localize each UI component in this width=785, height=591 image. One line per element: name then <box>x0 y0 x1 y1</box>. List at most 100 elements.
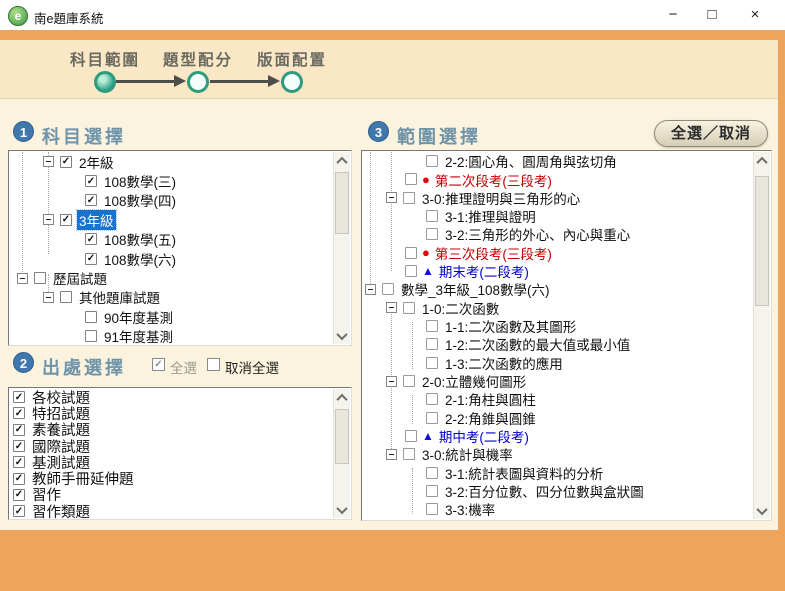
tree-item-label[interactable]: 3-1:統計表圖與資料的分析 <box>443 463 605 483</box>
tree-item[interactable]: ✓108數學(三) <box>9 171 333 190</box>
tree-item[interactable]: 91年度基測 <box>9 327 333 346</box>
checkbox[interactable] <box>426 155 438 167</box>
tree-item-label[interactable]: 3-2:三角形的外心、內心與重心 <box>443 224 632 244</box>
checkbox[interactable] <box>426 357 438 369</box>
tree-item-label[interactable]: 1-3:二次函數的應用 <box>443 353 565 373</box>
checkbox[interactable]: ✓ <box>85 194 97 206</box>
expand-collapse-icon[interactable] <box>386 449 397 460</box>
tree-item-label[interactable]: 91年度基測 <box>102 326 175 346</box>
expand-collapse-icon[interactable] <box>386 376 397 387</box>
tree-item-label[interactable]: 3-3:機率 <box>443 499 497 519</box>
checkbox[interactable] <box>60 291 72 303</box>
checkbox[interactable]: ✓ <box>13 489 25 501</box>
close-button[interactable]: × <box>740 2 770 28</box>
tree-item-label[interactable]: 數學_3年級_108數學(六) <box>399 279 552 299</box>
tree-item[interactable]: 3-0:統計與機率 <box>362 445 753 463</box>
source-list-item[interactable]: ✓習作類題 <box>9 503 333 519</box>
checkbox[interactable] <box>403 302 415 314</box>
tree-item-label[interactable]: 108數學(四) <box>102 190 178 210</box>
tree-item[interactable]: ▲期中考(二段考) <box>362 427 753 445</box>
scroll-up-icon[interactable] <box>334 389 350 406</box>
tree-item[interactable]: 3-2:三角形的外心、內心與重心 <box>362 225 753 243</box>
checkbox[interactable] <box>403 448 415 460</box>
checkbox[interactable]: ✓ <box>60 156 72 168</box>
tree-item-label[interactable]: 期末考(二段考) <box>437 261 531 281</box>
checkbox[interactable]: ✓ <box>13 456 25 468</box>
tree-item-label[interactable]: 1-0:二次函數 <box>420 298 501 318</box>
tree-item[interactable]: ●第三次段考(三段考) <box>362 244 753 262</box>
tree-item[interactable]: 數學_3年級_108數學(六) <box>362 280 753 298</box>
tree-item-label[interactable]: 第二次段考(三段考) <box>433 170 554 190</box>
tree-item-label[interactable]: 其他題庫試題 <box>77 287 162 307</box>
tree-item[interactable]: 1-1:二次函數及其圖形 <box>362 317 753 335</box>
tree-item[interactable]: ●第二次段考(三段考) <box>362 170 753 188</box>
step-circle-1[interactable] <box>94 71 116 93</box>
tree-item[interactable]: 1-3:二次函數的應用 <box>362 354 753 372</box>
checkbox[interactable] <box>426 412 438 424</box>
tree-item[interactable]: 3-2:百分位數、四分位數與盒狀圖 <box>362 482 753 500</box>
checkbox[interactable] <box>426 228 438 240</box>
source-list-scrollbar[interactable] <box>333 389 350 518</box>
scroll-down-icon[interactable] <box>754 502 770 519</box>
checkbox[interactable] <box>382 283 394 295</box>
scroll-up-icon[interactable] <box>334 152 350 169</box>
checkbox[interactable]: ✓ <box>85 253 97 265</box>
tree-item-label[interactable]: 3-1:推理與證明 <box>443 206 538 226</box>
tree-item-label[interactable]: 108數學(五) <box>102 229 178 249</box>
maximize-button[interactable]: □ <box>697 2 727 28</box>
tree-item[interactable]: ✓ 108數學(六) <box>9 249 333 268</box>
checkbox[interactable]: ✓ <box>85 233 97 245</box>
tree-item-label[interactable]: 2年級 <box>77 152 116 172</box>
step-circle-3[interactable] <box>281 71 303 93</box>
scroll-down-icon[interactable] <box>334 327 350 344</box>
tree-item[interactable]: 3-1:推理與證明 <box>362 207 753 225</box>
tree-item[interactable]: 2-2:角錐與圓錐 <box>362 409 753 427</box>
select-all-checkbox[interactable]: ✓ <box>152 358 165 371</box>
tree-item-label[interactable]: 90年度基測 <box>102 307 175 327</box>
tree-item-label[interactable]: 3-0:推理證明與三角形的心 <box>420 188 582 208</box>
checkbox[interactable]: ✓ <box>13 440 25 452</box>
checkbox[interactable] <box>426 467 438 479</box>
checkbox[interactable] <box>85 330 97 342</box>
tree-item[interactable]: 歷屆試題 <box>9 268 333 287</box>
checkbox[interactable]: ✓ <box>85 175 97 187</box>
expand-collapse-icon[interactable] <box>17 273 28 284</box>
deselect-all-checkbox[interactable] <box>207 358 220 371</box>
tree-item-label[interactable]: 第三次段考(三段考) <box>433 243 554 263</box>
checkbox[interactable] <box>426 338 438 350</box>
tree-item-label[interactable]: 3年級 <box>77 210 116 230</box>
tree-item[interactable]: ✓ 108數學(四) <box>9 191 333 210</box>
checkbox[interactable] <box>405 265 417 277</box>
checkbox[interactable] <box>405 430 417 442</box>
expand-collapse-icon[interactable] <box>386 302 397 313</box>
checkbox[interactable] <box>426 503 438 515</box>
checkbox[interactable]: ✓ <box>13 424 25 436</box>
tree-item[interactable]: 3-1:統計表圖與資料的分析 <box>362 464 753 482</box>
tree-item-label[interactable]: 1-1:二次函數及其圖形 <box>443 316 578 336</box>
checkbox[interactable]: ✓ <box>13 505 25 517</box>
tree-item[interactable]: 3-3:機率 <box>362 500 753 518</box>
tree-item-label[interactable]: 108數學(六) <box>102 249 178 269</box>
scroll-up-icon[interactable] <box>754 152 770 169</box>
tree-item-label[interactable]: 3-2:百分位數、四分位數與盒狀圖 <box>443 481 646 501</box>
tree-item-label[interactable]: 2-1:角柱與圓柱 <box>443 389 538 409</box>
checkbox[interactable] <box>426 393 438 405</box>
checkbox[interactable] <box>426 320 438 332</box>
checkbox[interactable] <box>426 210 438 222</box>
tree-item[interactable]: ▲期末考(二段考) <box>362 262 753 280</box>
tree-item[interactable]: 2-0:立體幾何圖形 <box>362 372 753 390</box>
tree-item-label[interactable]: 期中考(二段考) <box>437 426 531 446</box>
expand-collapse-icon[interactable] <box>43 292 54 303</box>
tree-item[interactable]: 其他題庫試題 <box>9 288 333 307</box>
tree-item-label[interactable]: 2-0:立體幾何圖形 <box>420 371 528 391</box>
expand-collapse-icon[interactable] <box>386 192 397 203</box>
checkbox[interactable] <box>34 272 46 284</box>
tree-item-label[interactable]: 2-2:圓心角、圓周角與弦切角 <box>443 151 619 171</box>
minimize-button[interactable]: − <box>658 2 688 28</box>
checkbox[interactable]: ✓ <box>13 391 25 403</box>
tree-item[interactable]: 2-1:角柱與圓柱 <box>362 390 753 408</box>
checkbox[interactable] <box>426 485 438 497</box>
tree-item[interactable]: 1-2:二次函數的最大值或最小值 <box>362 335 753 353</box>
tree-item[interactable]: 1-0:二次函數 <box>362 299 753 317</box>
tree-item[interactable]: 3-0:推理證明與三角形的心 <box>362 189 753 207</box>
